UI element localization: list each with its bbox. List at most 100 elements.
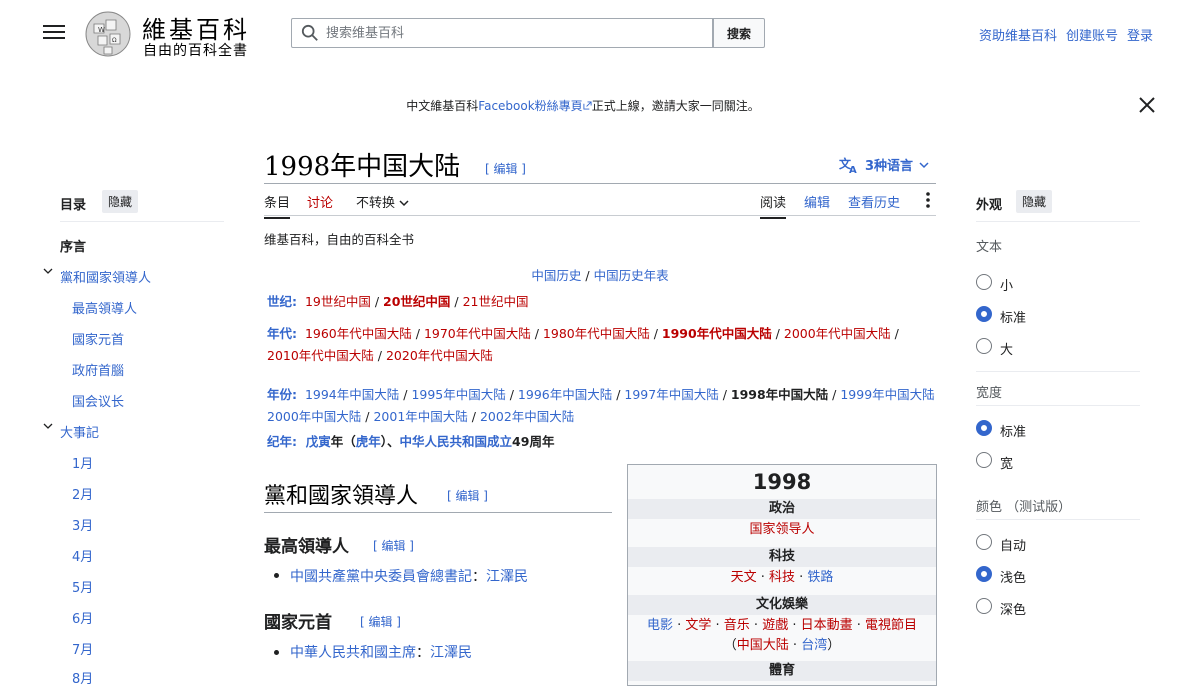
nav-link[interactable]: 1960年代中国大陆	[305, 326, 412, 341]
create-account-link[interactable]: 创建账号	[1066, 25, 1118, 44]
china-history-link[interactable]: 中国历史	[531, 268, 581, 283]
infobox-link[interactable]: 铁路	[807, 570, 833, 585]
toc-item[interactable]: 黨和國家領導人	[60, 267, 151, 286]
toc-item[interactable]: 5月	[72, 577, 93, 596]
nav-link[interactable]: 2000年中国大陆	[267, 409, 361, 424]
radio-text-small[interactable]	[976, 274, 992, 290]
section-edit-link[interactable]: [ 编辑 ]	[360, 613, 401, 630]
toc-item[interactable]: 3月	[72, 515, 93, 534]
nav-link[interactable]: 1996年中国大陆	[518, 387, 612, 402]
toc-item[interactable]: 2月	[72, 484, 93, 503]
radio-text-large[interactable]	[976, 338, 992, 354]
toc-item[interactable]: 8月	[72, 668, 93, 687]
wikipedia-globe-logo[interactable]: W Ω	[84, 10, 132, 58]
language-button[interactable]: 文 A 3种语言	[839, 155, 929, 174]
section-edit-link[interactable]: [ 编辑 ]	[373, 537, 414, 554]
infobox-heading-politics: 政治	[628, 499, 936, 519]
appearance-divider	[976, 221, 1140, 222]
nav-link[interactable]: 1997年中国大陆	[624, 387, 718, 402]
nav-link[interactable]: 1994年中国大陆	[305, 387, 399, 402]
infobox-link[interactable]: 音乐	[724, 618, 750, 633]
notice-suffix: 正式上線，邀請大家一同關注。	[591, 99, 760, 113]
president-link[interactable]: 中華人民共和國主席	[290, 645, 416, 661]
nav-link[interactable]: 1999年中国大陆	[840, 387, 934, 402]
infobox-link[interactable]: 日本動畫	[801, 618, 853, 633]
bullet	[274, 573, 279, 578]
search-input[interactable]	[324, 19, 708, 47]
nav-link[interactable]: 2001年中国大陆	[373, 409, 467, 424]
color-label: 颜色 （测试版）	[976, 500, 1072, 515]
infobox-row: 电影 · 文学 · 音乐 · 遊戲 · 日本動畫 · 電視節目	[646, 618, 918, 633]
notice-facebook-link[interactable]: Facebook粉絲專頁	[478, 99, 582, 113]
infobox-link[interactable]: 中国大陆	[737, 638, 789, 653]
infobox-link[interactable]: 国家领导人	[749, 522, 814, 537]
nav-link[interactable]: 2020年代中国大陆	[386, 348, 493, 363]
nav-link[interactable]: 20世纪中国	[383, 294, 450, 309]
infobox-link[interactable]: 電視節目	[865, 618, 917, 633]
zodiac-link[interactable]: 虎年	[356, 434, 381, 449]
toc-item[interactable]: 7月	[72, 639, 93, 658]
year-label: 年份:	[267, 387, 297, 402]
toc-item[interactable]: 1月	[72, 453, 93, 472]
nav-link[interactable]: 21世纪中国	[463, 294, 529, 309]
general-secretary-link[interactable]: 中國共產黨中央委員會總書記	[290, 569, 472, 585]
toc-hide-button[interactable]: 隐藏	[102, 190, 139, 213]
toc-divider	[60, 221, 224, 222]
nav-link[interactable]: 1990年代中国大陆	[662, 326, 772, 341]
infobox-link[interactable]: 遊戲	[762, 618, 788, 633]
tab-edit[interactable]: 编辑	[804, 192, 830, 217]
search-button[interactable]: 搜索	[713, 18, 765, 48]
infobox-link[interactable]: 科技	[769, 570, 795, 585]
radio-width-wide[interactable]	[976, 452, 992, 468]
appearance-hide-button[interactable]: 隐藏	[1016, 190, 1053, 213]
login-link[interactable]: 登录	[1127, 25, 1153, 44]
chevron-down-icon[interactable]	[43, 421, 53, 431]
radio-color-light[interactable]	[976, 566, 992, 582]
toc-item[interactable]: 國家元首	[72, 329, 124, 348]
nav-link[interactable]: 1980年代中国大陆	[543, 326, 650, 341]
nav-link[interactable]: 2002年中国大陆	[480, 409, 574, 424]
radio-width-standard[interactable]	[976, 420, 992, 436]
jiang-zemin-link[interactable]: 江澤民	[430, 645, 472, 661]
tab-variant[interactable]: 不转换	[356, 192, 409, 217]
nav-link[interactable]: 2000年代中国大陆	[784, 326, 891, 341]
toc-item[interactable]: 序言	[60, 236, 86, 255]
donate-link[interactable]: 资助维基百科	[979, 25, 1057, 44]
infobox-link[interactable]: 文学	[685, 618, 711, 633]
china-timeline-link[interactable]: 中国历史年表	[594, 268, 669, 283]
toc-item[interactable]: 4月	[72, 546, 93, 565]
nav-link[interactable]: 19世纪中国	[305, 294, 371, 309]
infobox-link[interactable]: 电影	[647, 618, 673, 633]
nav-link[interactable]: 1995年中国大陆	[411, 387, 505, 402]
toc-item[interactable]: 国会议长	[72, 391, 124, 410]
nav-link[interactable]: 1970年代中国大陆	[424, 326, 531, 341]
infobox-row: 国家领导人	[628, 520, 936, 540]
tab-history[interactable]: 查看历史	[848, 192, 900, 217]
logo-subtitle: 自由的百科全書	[143, 43, 248, 59]
navbox-century-row: 世纪: 19世纪中国 / 20世纪中国 / 21世纪中国	[267, 294, 529, 309]
chevron-down-icon[interactable]	[43, 266, 53, 276]
jiang-zemin-link[interactable]: 江澤民	[486, 569, 528, 585]
radio-text-standard[interactable]	[976, 306, 992, 322]
main-menu-button[interactable]	[43, 22, 65, 44]
radio-color-dark[interactable]	[976, 598, 992, 614]
prc-founding-link[interactable]: 中华人民共和国成立	[400, 434, 513, 449]
toc-item[interactable]: 6月	[72, 608, 93, 627]
subsection-heading-head-of-state: 國家元首	[264, 613, 332, 633]
ganzhi-link[interactable]: 戊寅	[306, 434, 331, 449]
appearance-title: 外观	[976, 198, 1003, 213]
infobox-link[interactable]: 台湾	[801, 638, 827, 653]
more-actions-icon[interactable]	[924, 190, 932, 210]
toc-item[interactable]: 政府首腦	[72, 360, 124, 379]
appearance-divider	[976, 371, 1140, 372]
toc-item[interactable]: 大事記	[60, 422, 99, 441]
nav-link[interactable]: 2010年代中国大陆	[267, 348, 374, 363]
tab-talk[interactable]: 讨论	[307, 192, 333, 217]
section-edit-link[interactable]: [ 编辑 ]	[447, 487, 488, 504]
close-icon[interactable]	[1137, 95, 1157, 115]
toc-item[interactable]: 最高領導人	[72, 298, 137, 317]
title-edit-link[interactable]: [ 编辑 ]	[485, 160, 526, 177]
toc-title: 目录	[60, 198, 87, 213]
infobox-link[interactable]: 天文	[731, 570, 757, 585]
radio-color-auto[interactable]	[976, 534, 992, 550]
